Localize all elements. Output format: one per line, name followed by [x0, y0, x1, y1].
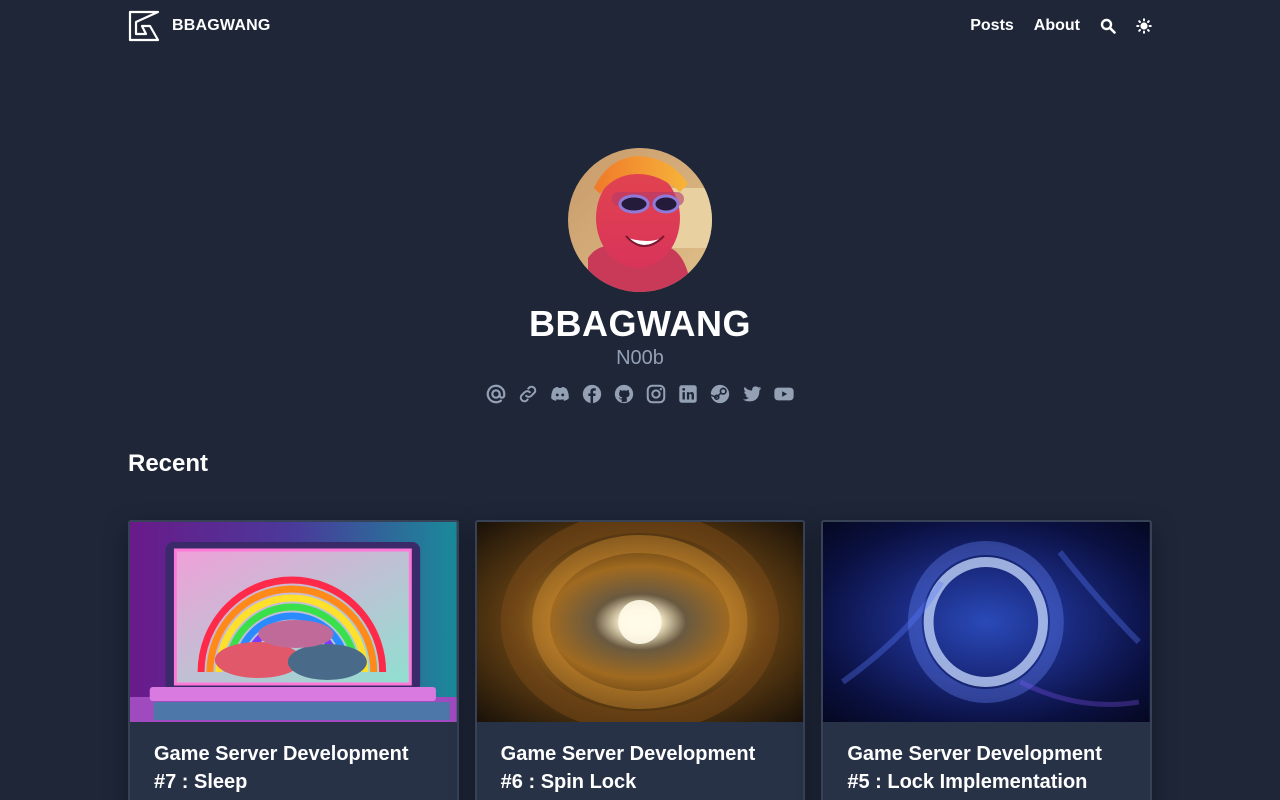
post-card[interactable]: Game Server Development #7 : Sleep 2023-…	[128, 520, 459, 800]
nav-posts[interactable]: Posts	[970, 17, 1014, 35]
brand-name: BBAGWANG	[172, 17, 271, 34]
instagram-icon[interactable]	[644, 382, 668, 406]
recent-heading: Recent	[128, 450, 209, 477]
post-card-body: Game Server Development #7 : Sleep 2023-…	[130, 722, 457, 800]
page: BBAGWANG Posts About BBAGWANG N00b Recen…	[0, 0, 1280, 800]
search-icon[interactable]	[1100, 18, 1116, 34]
brand-link[interactable]: BBAGWANG	[128, 10, 270, 42]
post-title: Game Server Development #7 : Sleep	[154, 743, 409, 793]
post-title: Game Server Development #5 : Lock Implem…	[847, 743, 1102, 793]
profile-hero: BBAGWANG N00b	[0, 148, 1280, 406]
youtube-icon[interactable]	[772, 382, 796, 406]
recent-posts: Game Server Development #7 : Sleep 2023-…	[128, 520, 1153, 800]
twitter-icon[interactable]	[740, 382, 764, 406]
post-card-body: Game Server Development #6 : Spin Lock 2…	[477, 722, 804, 800]
post-thumbnail	[130, 522, 457, 722]
post-card[interactable]: Game Server Development #6 : Spin Lock 2…	[474, 520, 806, 800]
facebook-icon[interactable]	[580, 382, 604, 406]
post-card[interactable]: Game Server Development #5 : Lock Implem…	[821, 520, 1153, 800]
email-icon[interactable]	[484, 382, 508, 406]
social-links	[484, 382, 796, 406]
avatar	[568, 148, 712, 292]
site-header: BBAGWANG Posts About	[128, 8, 1152, 44]
steam-icon[interactable]	[708, 382, 732, 406]
post-thumbnail	[823, 522, 1151, 722]
profile-subtitle: N00b	[616, 347, 664, 369]
linkedin-icon[interactable]	[676, 382, 700, 406]
discord-icon[interactable]	[548, 382, 572, 406]
main-nav: Posts About	[970, 17, 1152, 35]
nav-about[interactable]: About	[1034, 17, 1080, 35]
github-icon[interactable]	[612, 382, 636, 406]
post-card-body: Game Server Development #5 : Lock Implem…	[823, 722, 1150, 800]
post-title: Game Server Development #6 : Spin Lock	[500, 743, 756, 793]
post-thumbnail	[476, 522, 804, 722]
link-icon[interactable]	[516, 382, 540, 406]
profile-name: BBAGWANG	[529, 303, 751, 344]
theme-toggle-icon[interactable]	[1136, 18, 1152, 34]
brand-logo-icon	[128, 10, 160, 42]
